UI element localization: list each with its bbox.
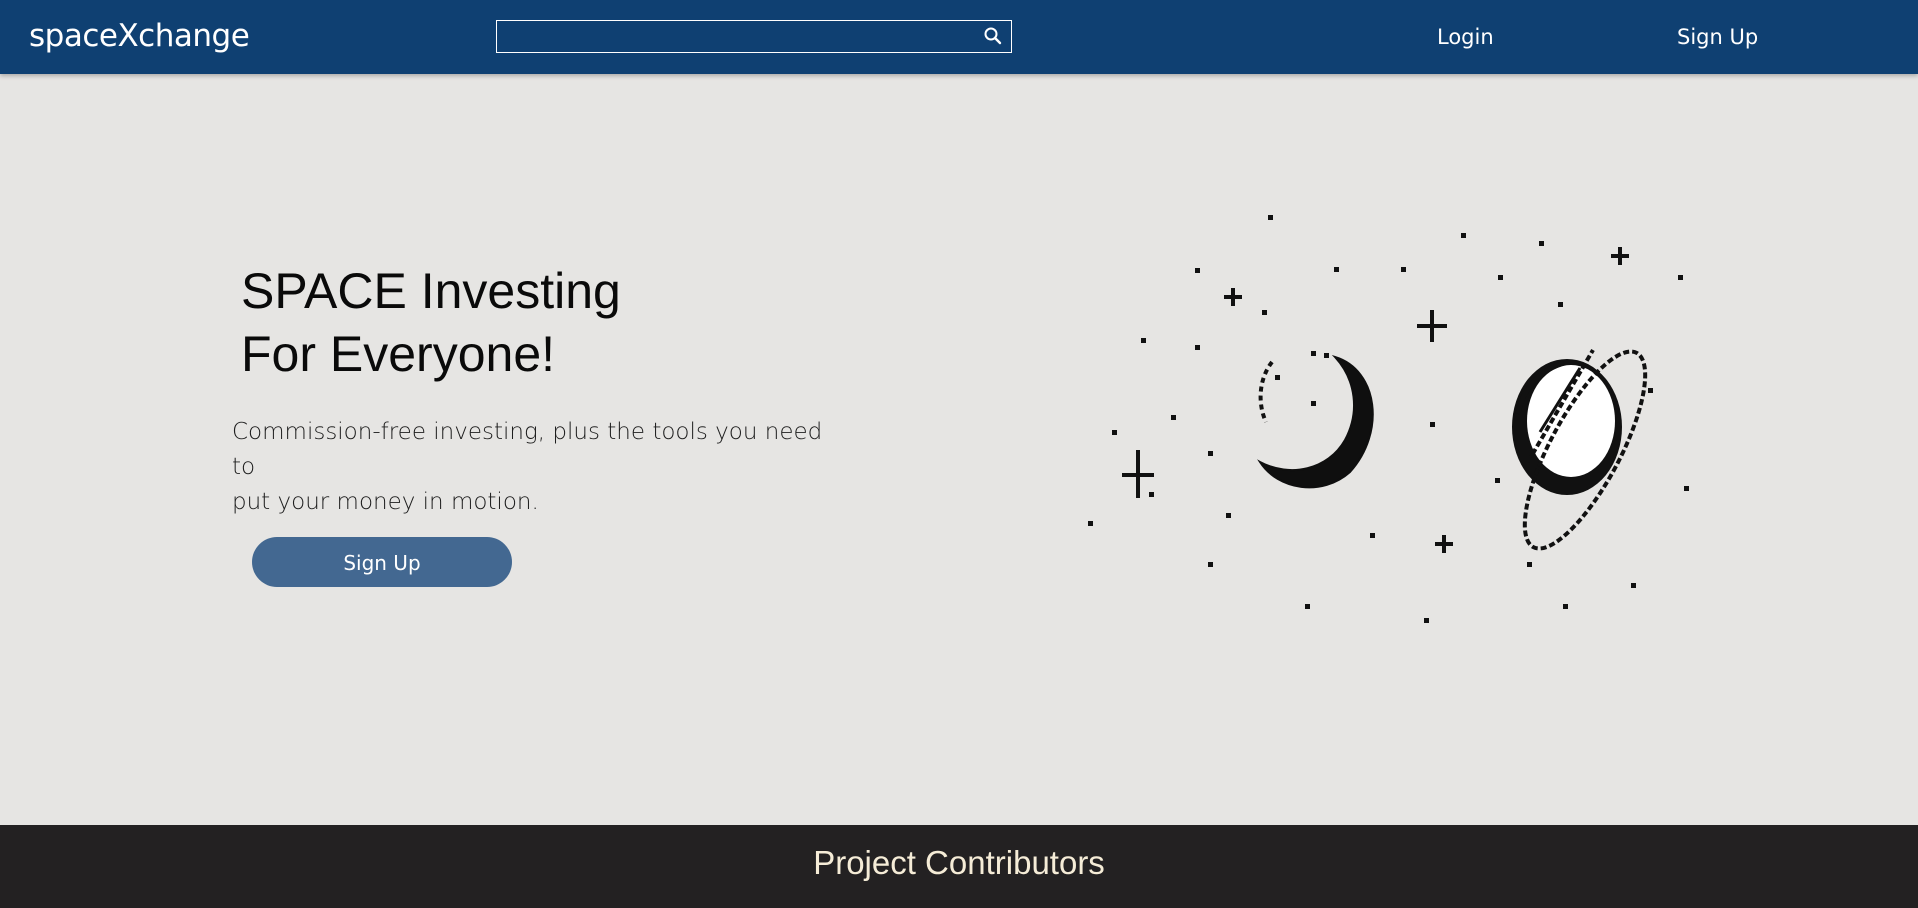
footer-title: Project Contributors (813, 844, 1105, 881)
login-link[interactable]: Login (1437, 24, 1494, 50)
hero-subtitle-line-1: Commission-free investing, plus the tool… (232, 419, 823, 480)
hero-signup-button[interactable]: Sign Up (252, 537, 512, 587)
top-navbar: spaceXchange Login Sign Up (0, 0, 1918, 74)
signup-link[interactable]: Sign Up (1677, 24, 1758, 50)
space-illustration (1088, 215, 1689, 623)
hero-title-line-2: For Everyone! (241, 326, 556, 382)
crescent-moon (1257, 351, 1374, 489)
hero-subtitle: Commission-free investing, plus the tool… (232, 415, 852, 520)
hero-subtitle-line-2: put your money in motion. (232, 489, 539, 515)
hero-title: SPACE Investing For Everyone! (241, 260, 621, 386)
footer: Project Contributors (0, 825, 1918, 908)
search-bar (496, 20, 1012, 53)
ringed-planet (1512, 348, 1648, 551)
brand-logo-link[interactable]: spaceXchange (29, 17, 250, 55)
hero-title-line-1: SPACE Investing (241, 263, 621, 319)
search-icon[interactable] (981, 25, 1005, 49)
search-input[interactable] (497, 21, 967, 52)
